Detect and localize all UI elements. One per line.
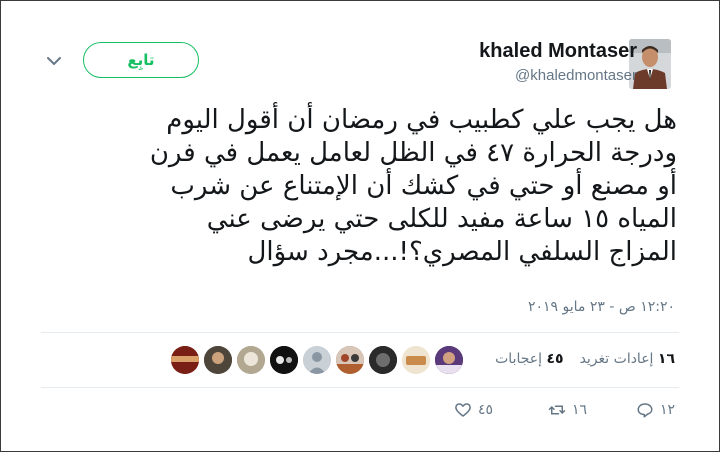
liker-avatar[interactable] bbox=[171, 346, 199, 374]
tweet-text: هل يجب علي كطبيب في رمضان أن أقول اليوم … bbox=[41, 104, 677, 269]
liker-avatar[interactable] bbox=[435, 346, 463, 374]
tweet-card: khaled Montaser @khaledmontaser تابِع هل… bbox=[0, 0, 720, 452]
liker-avatar[interactable] bbox=[270, 346, 298, 374]
divider bbox=[41, 332, 679, 333]
retweet-count: ١٦ bbox=[571, 402, 587, 418]
follow-button[interactable]: تابِع bbox=[83, 42, 199, 78]
liker-avatars bbox=[171, 346, 463, 376]
tweet-text-line: أو مصنع أو حتي في كشك أن الإمتناع عن شرب bbox=[170, 171, 677, 201]
likes-stat[interactable]: ٤٥ إعجابات bbox=[495, 351, 563, 367]
follow-button-label: تابِع bbox=[127, 51, 155, 69]
liker-avatar[interactable] bbox=[303, 346, 331, 374]
like-count: ٤٥ bbox=[477, 402, 493, 418]
liker-avatar[interactable] bbox=[204, 346, 232, 374]
likes-count: ٤٥ bbox=[546, 351, 564, 367]
tweet-text-line: المياه ١٥ ساعة مفيد للكلى حتي يرضى عني bbox=[206, 204, 677, 234]
liker-avatar[interactable] bbox=[336, 346, 364, 374]
retweet-icon bbox=[548, 405, 566, 415]
tweet-text-line: ودرجة الحرارة ٤٧ في الظل لعامل يعمل في ف… bbox=[149, 138, 677, 168]
likes-label: إعجابات bbox=[495, 351, 543, 367]
user-handle[interactable]: @khaledmontaser bbox=[515, 67, 637, 84]
reply-icon bbox=[637, 403, 653, 418]
liker-avatar[interactable] bbox=[369, 346, 397, 374]
liker-avatar[interactable] bbox=[237, 346, 265, 374]
retweet-action[interactable]: ١٦ bbox=[548, 401, 587, 419]
like-action[interactable]: ٤٥ bbox=[454, 401, 493, 419]
retweets-stat[interactable]: ١٦ إعادات تغريد bbox=[580, 351, 675, 367]
timestamp[interactable]: ١٢:٢٠ ص - ٢٣ مايو ٢٠١٩ bbox=[528, 299, 675, 315]
tweet-text-line: هل يجب علي كطبيب في رمضان أن أقول اليوم bbox=[166, 105, 677, 135]
tweet-actions: ١٢ ١٦ ٤٥ bbox=[1, 401, 720, 429]
reply-count: ١٢ bbox=[659, 402, 675, 418]
divider bbox=[41, 387, 679, 388]
engagement-stats: ١٦ إعادات تغريد ٤٥ إعجابات bbox=[495, 351, 675, 367]
reply-action[interactable]: ١٢ bbox=[636, 401, 675, 419]
retweets-count: ١٦ bbox=[657, 351, 675, 367]
tweet-text-line: المزاج السلفي المصري؟!...مجرد سؤال bbox=[247, 237, 678, 267]
liker-avatar[interactable] bbox=[402, 346, 430, 374]
heart-icon bbox=[455, 403, 471, 417]
retweets-label: إعادات تغريد bbox=[579, 351, 654, 367]
display-name[interactable]: khaled Montaser bbox=[479, 40, 637, 63]
chevron-down-icon[interactable] bbox=[47, 56, 61, 66]
